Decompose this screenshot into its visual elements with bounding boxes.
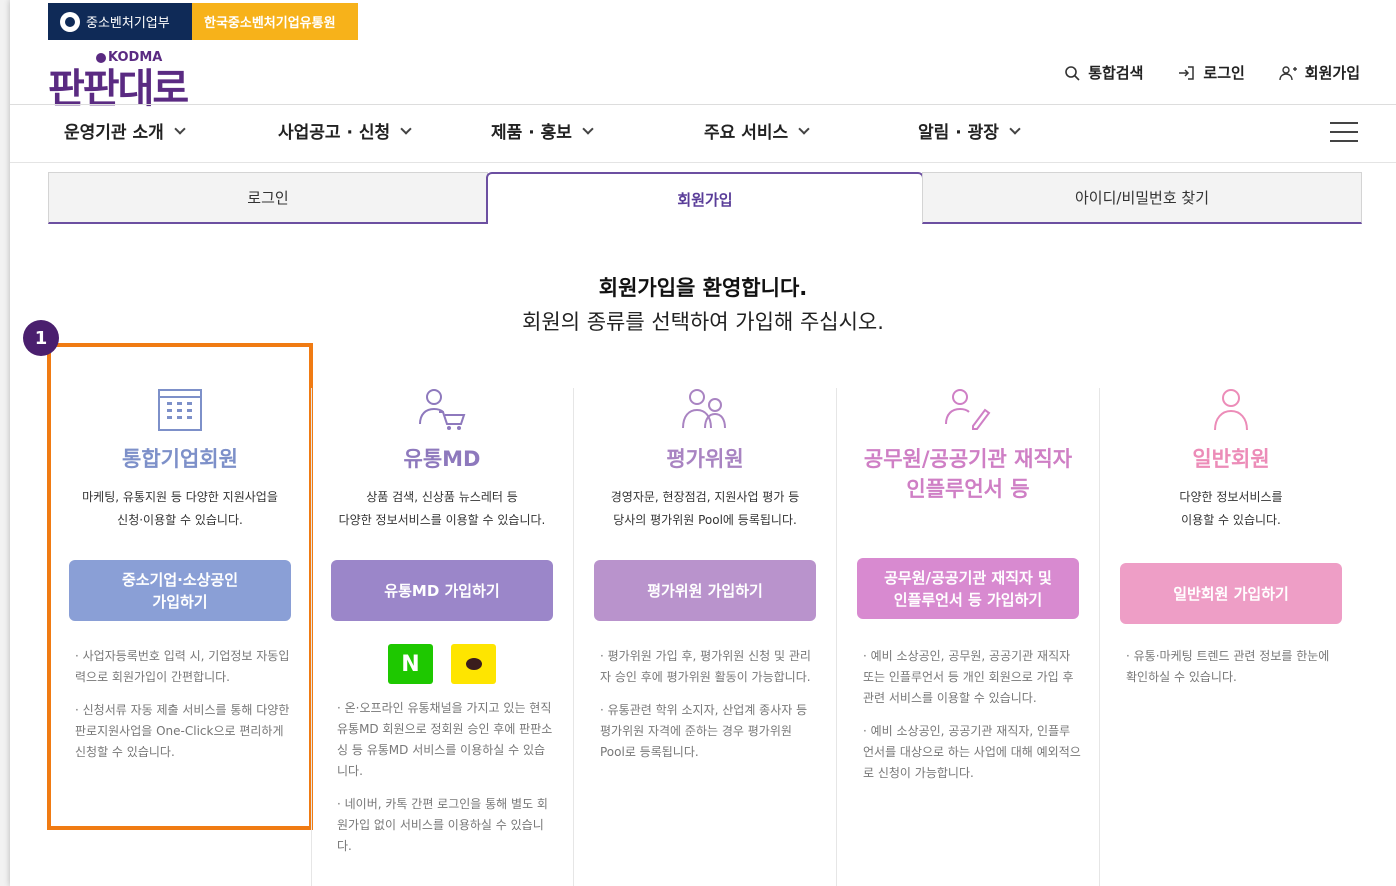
member-type-title: 일반회원 [1192,447,1270,471]
ministry-link[interactable]: 중소벤처기업부 [48,3,192,40]
login-label: 로그인 [1203,64,1245,82]
nav-item-about[interactable]: 운영기관 소개 [64,118,186,143]
chevron-down-icon [798,122,810,135]
building-icon [158,389,202,431]
member-type-notes: · 평가위원 가입 후, 평가위원 신청 및 관리자 승인 후에 평가위원 활동… [600,649,811,759]
nav-item-services[interactable]: 주요 서비스 [704,118,810,143]
join-md-button[interactable]: 유통MD 가입하기 [331,560,553,621]
member-type-notes: · 온·오프라인 유통채널을 가지고 있는 현직 유통MD 회원으로 정회원 승… [337,701,553,853]
page-frame: 중소벤처기업부 한국중소벤처기업유통원 KODMA 판판대로 통합검색 로그인 … [10,0,1396,886]
step-badge: 1 [23,320,59,356]
member-type-notes: · 예비 소상공인, 공무원, 공공기관 재직자 또는 인플루언서 등 개인 회… [863,649,1081,780]
signup-label: 회원가입 [1304,64,1360,82]
person-pen-icon [945,389,991,430]
signup-link[interactable]: 회원가입 [1279,62,1360,83]
person-cart-icon [419,389,466,430]
member-type-general: 일반회원 다양한 정보서비스를 이용할 수 있습니다. 일반회원 가입하기 · … [1100,388,1362,886]
welcome-title: 회원가입을 환영합니다. [598,276,808,300]
group-icon [682,389,726,429]
logo-text: 판판대로 [48,66,189,112]
nav-item-notice[interactable]: 사업공고 · 신청 [278,118,412,143]
member-type-title: 공무원/공공기관 재직자 인플루언서 등 [863,447,1073,501]
member-type-evaluator: 평가위원 경영자문, 현장점검, 지원사업 평가 등 당사의 평가위원 Pool… [574,388,836,886]
chevron-down-icon [1009,122,1021,135]
join-public-button[interactable]: 공무원/공공기관 재직자 및 인플루언서 등 가입하기 [857,558,1079,619]
member-type-desc: 다양한 정보서비스를 이용할 수 있습니다. [1179,490,1283,527]
chevron-down-icon [400,122,412,135]
site-logo[interactable]: KODMA 판판대로 [48,48,218,112]
ministry-label: 중소벤처기업부 [86,16,170,31]
search-label: 통합검색 [1088,64,1144,82]
member-type-title: 평가위원 [666,447,744,471]
add-user-icon [1279,65,1297,80]
member-type-desc: 마케팅, 유통지원 등 다양한 지원사업을 신청·이용할 수 있습니다. [82,490,278,527]
search-icon [1065,65,1080,81]
tab-find-account[interactable]: 아이디/비밀번호 찾기 [922,172,1362,224]
member-type-desc: 경영자문, 현장점검, 지원사업 평가 등 당사의 평가위원 Pool에 등록됩… [610,490,800,527]
member-type-title: 통합기업회원 [122,447,238,471]
join-corporate-button[interactable]: 중소기업·소상공인 가입하기 [69,560,291,621]
login-icon [1179,65,1195,80]
member-type-desc: 상품 검색, 신상품 뉴스레터 등 다양한 정보서비스를 이용할 수 있습니다. [338,490,546,527]
member-type-notes: · 유통·마케팅 트렌드 관련 정보를 한눈에 확인하실 수 있습니다. [1126,649,1330,684]
hamburger-menu-icon[interactable] [1330,122,1358,142]
login-link[interactable]: 로그인 [1177,62,1245,83]
join-general-button[interactable]: 일반회원 가입하기 [1120,563,1342,624]
member-type-title: 유통MD [403,447,481,471]
chevron-down-icon [582,122,594,135]
naver-icon[interactable]: N [388,644,433,684]
gov-emblem-icon [60,11,80,32]
kakao-icon[interactable] [451,644,496,684]
member-type-public: 공무원/공공기관 재직자 인플루언서 등 공무원/공공기관 재직자 및 인플루언… [837,388,1099,886]
welcome-subtitle: 회원의 종류를 선택하여 가입해 주십시오. [522,310,884,334]
utility-nav: 통합검색 로그인 회원가입 [1064,62,1360,83]
agency-link[interactable]: 한국중소벤처기업유통원 [192,3,358,40]
search-link[interactable]: 통합검색 [1064,62,1143,83]
sns-login-icons: N [311,644,573,684]
nav-item-news[interactable]: 알림 · 광장 [918,118,1021,143]
member-type-corporate: 통합기업회원 마케팅, 유통지원 등 다양한 지원사업을 신청·이용할 수 있습… [49,388,311,886]
nav-item-products[interactable]: 제품 · 홍보 [491,118,594,143]
gov-bar: 중소벤처기업부 한국중소벤처기업유통원 [48,3,358,40]
tab-signup[interactable]: 회원가입 [486,172,924,224]
account-tabs: 로그인 회원가입 아이디/비밀번호 찾기 [48,172,1362,224]
member-type-notes: · 사업자등록번호 입력 시, 기업정보 자동입력으로 회원가입이 간편합니다.… [75,649,290,759]
person-icon [1214,389,1248,431]
chevron-down-icon [174,122,186,135]
header-divider [10,104,1396,105]
nav-divider [10,162,1396,163]
tab-login[interactable]: 로그인 [48,172,488,224]
join-evaluator-button[interactable]: 평가위원 가입하기 [594,560,816,621]
main-nav: 운영기관 소개 사업공고 · 신청 제품 · 홍보 주요 서비스 알림 · 광장 [62,118,1366,148]
member-type-md: 유통MD 상품 검색, 신상품 뉴스레터 등 다양한 정보서비스를 이용할 수 … [311,388,573,886]
